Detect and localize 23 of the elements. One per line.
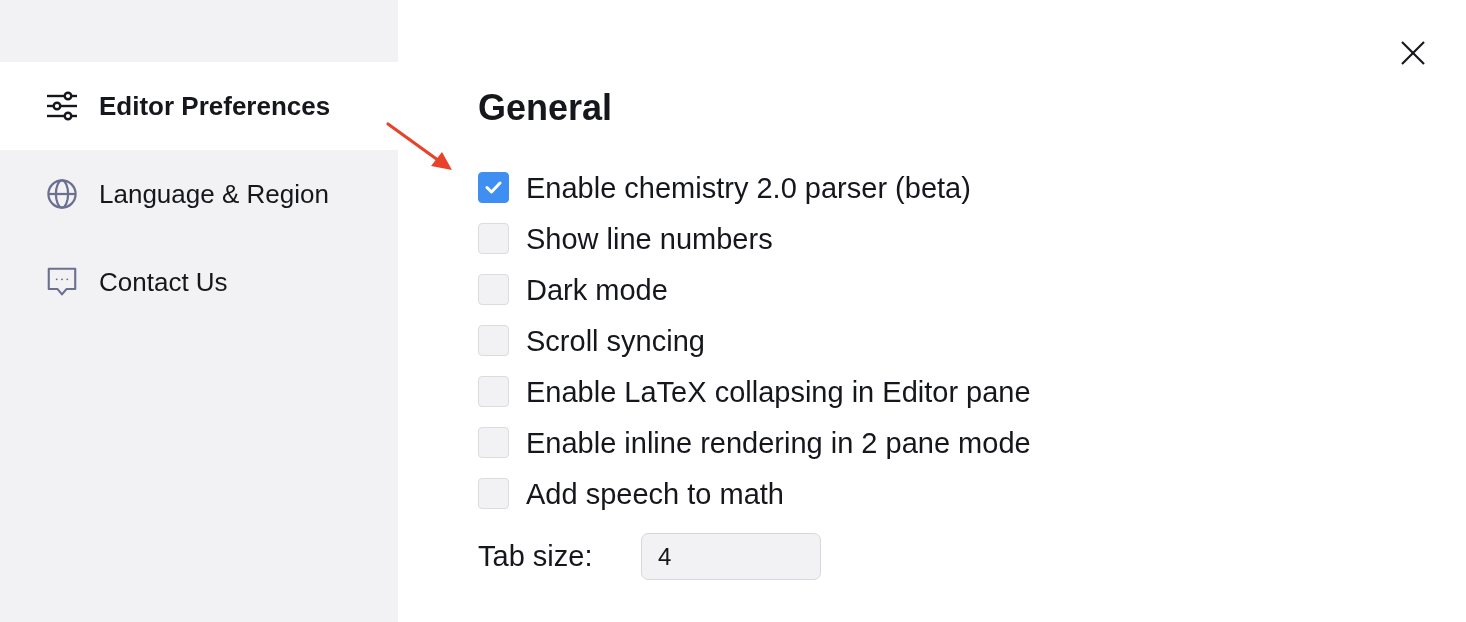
option-label: Enable inline rendering in 2 pane mode [526,425,1031,460]
sidebar-item-label: Editor Preferences [99,90,331,122]
sidebar-item-label: Language & Region [99,178,329,210]
sidebar-item[interactable]: Language & Region [0,150,398,238]
tab-size-field[interactable]: 4 [641,533,821,580]
option-label: Scroll syncing [526,323,705,358]
sidebar-item[interactable]: Editor Preferences [0,62,398,150]
option-label: Add speech to math [526,476,784,511]
chat-bubble-icon [47,267,77,297]
option-label: Dark mode [526,272,668,307]
close-icon [1401,41,1425,65]
tab-size-label: Tab size: [478,540,594,573]
section-title: General [478,86,614,130]
option-label: Enable chemistry 2.0 parser (beta) [526,170,971,205]
sidebar-item-label: Contact Us [99,266,228,298]
sliders-icon [47,91,77,121]
globe-icon [47,179,77,209]
sidebar-item[interactable]: Contact Us [0,238,398,326]
option-label: Enable LaTeX collapsing in Editor pane [526,374,1031,409]
checkbox[interactable] [478,172,509,203]
annotation-arrow [386,122,452,170]
check-icon [485,181,502,194]
option-label: Show line numbers [526,221,773,256]
